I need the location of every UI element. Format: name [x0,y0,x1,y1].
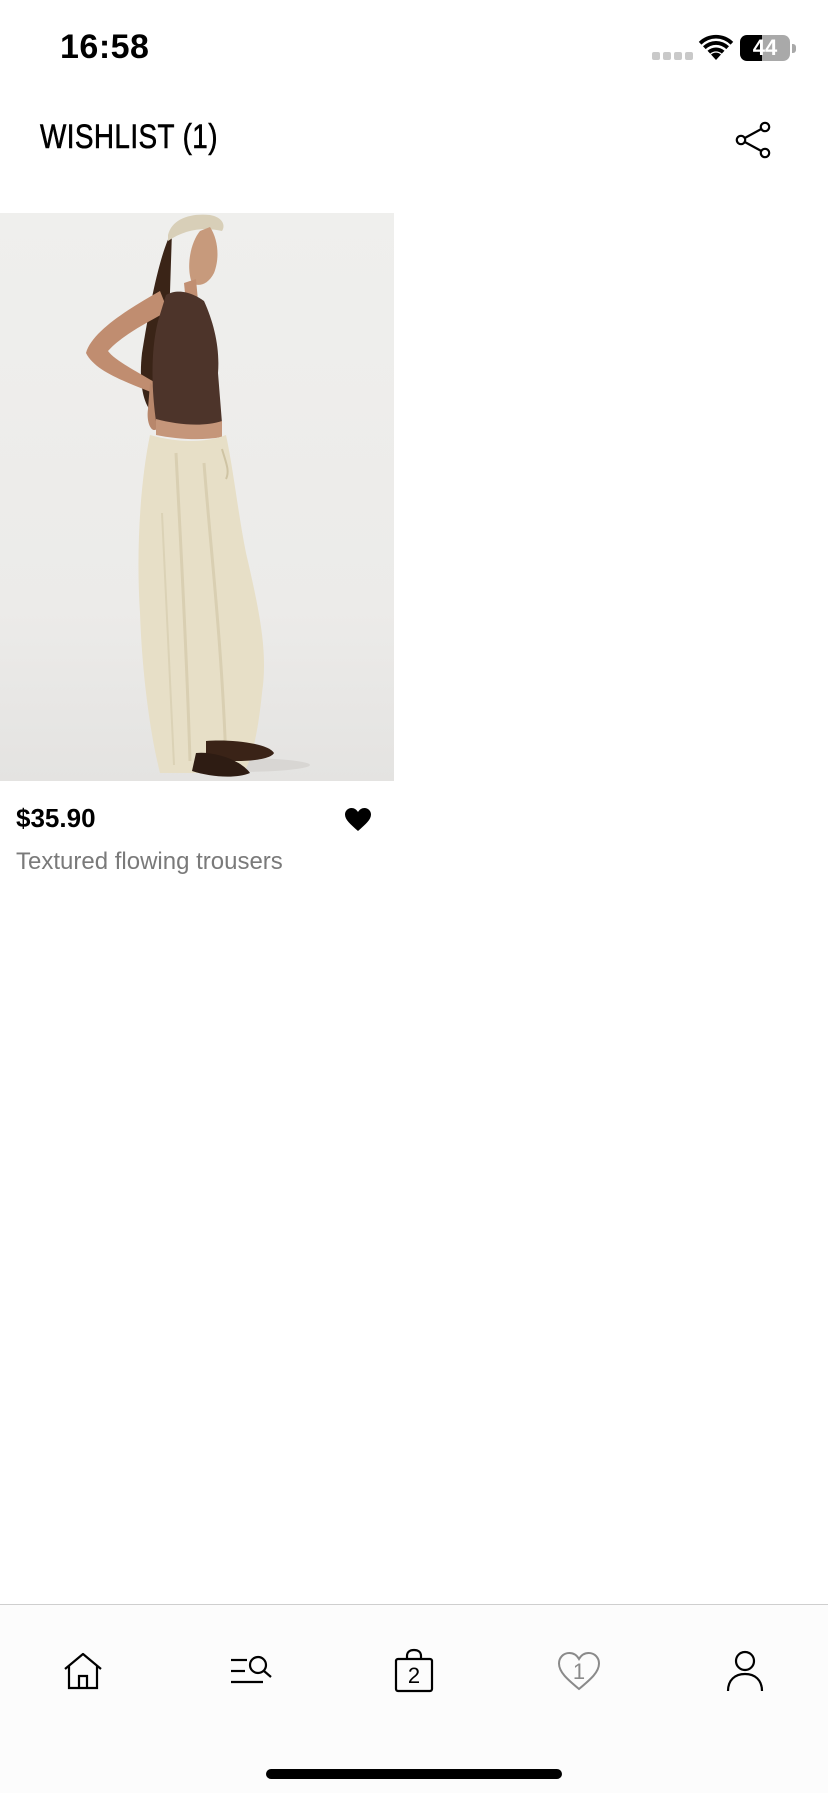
status-time: 16:58 [60,28,150,66]
bag-count-badge: 2 [407,1663,421,1688]
product-price: $35.90 [16,803,96,833]
status-bar: 16:58 44 [0,0,828,100]
heart-filled-icon [345,808,371,831]
share-button[interactable] [732,118,776,162]
product-image[interactable] [0,213,394,781]
battery-cap [792,44,796,53]
nav-search-button[interactable] [221,1641,281,1701]
wishlist-product-card[interactable]: $35.90 [0,213,394,833]
cellular-signal-icon [652,52,693,60]
nav-account-button[interactable] [715,1641,775,1701]
wifi-icon [698,34,734,60]
user-icon [726,1650,764,1692]
product-name[interactable]: Textured flowing trousers [16,848,283,876]
wishlist-count-badge: 1 [572,1659,586,1684]
bottom-navigation-bar: 2 1 [0,1604,828,1793]
product-photo [86,214,310,777]
remove-from-wishlist-button[interactable] [344,807,372,833]
search-menu-icon [231,1655,272,1684]
nav-wishlist-button[interactable]: 1 [549,1641,609,1701]
battery-indicator: 44 [740,35,790,61]
nav-home-button[interactable] [53,1641,113,1701]
page-title: WISHLIST (1) [40,118,218,157]
home-indicator [266,1769,562,1779]
nav-bag-button[interactable]: 2 [384,1641,444,1701]
home-icon [64,1652,102,1690]
share-icon [735,121,771,159]
price-row: $35.90 [0,781,394,833]
